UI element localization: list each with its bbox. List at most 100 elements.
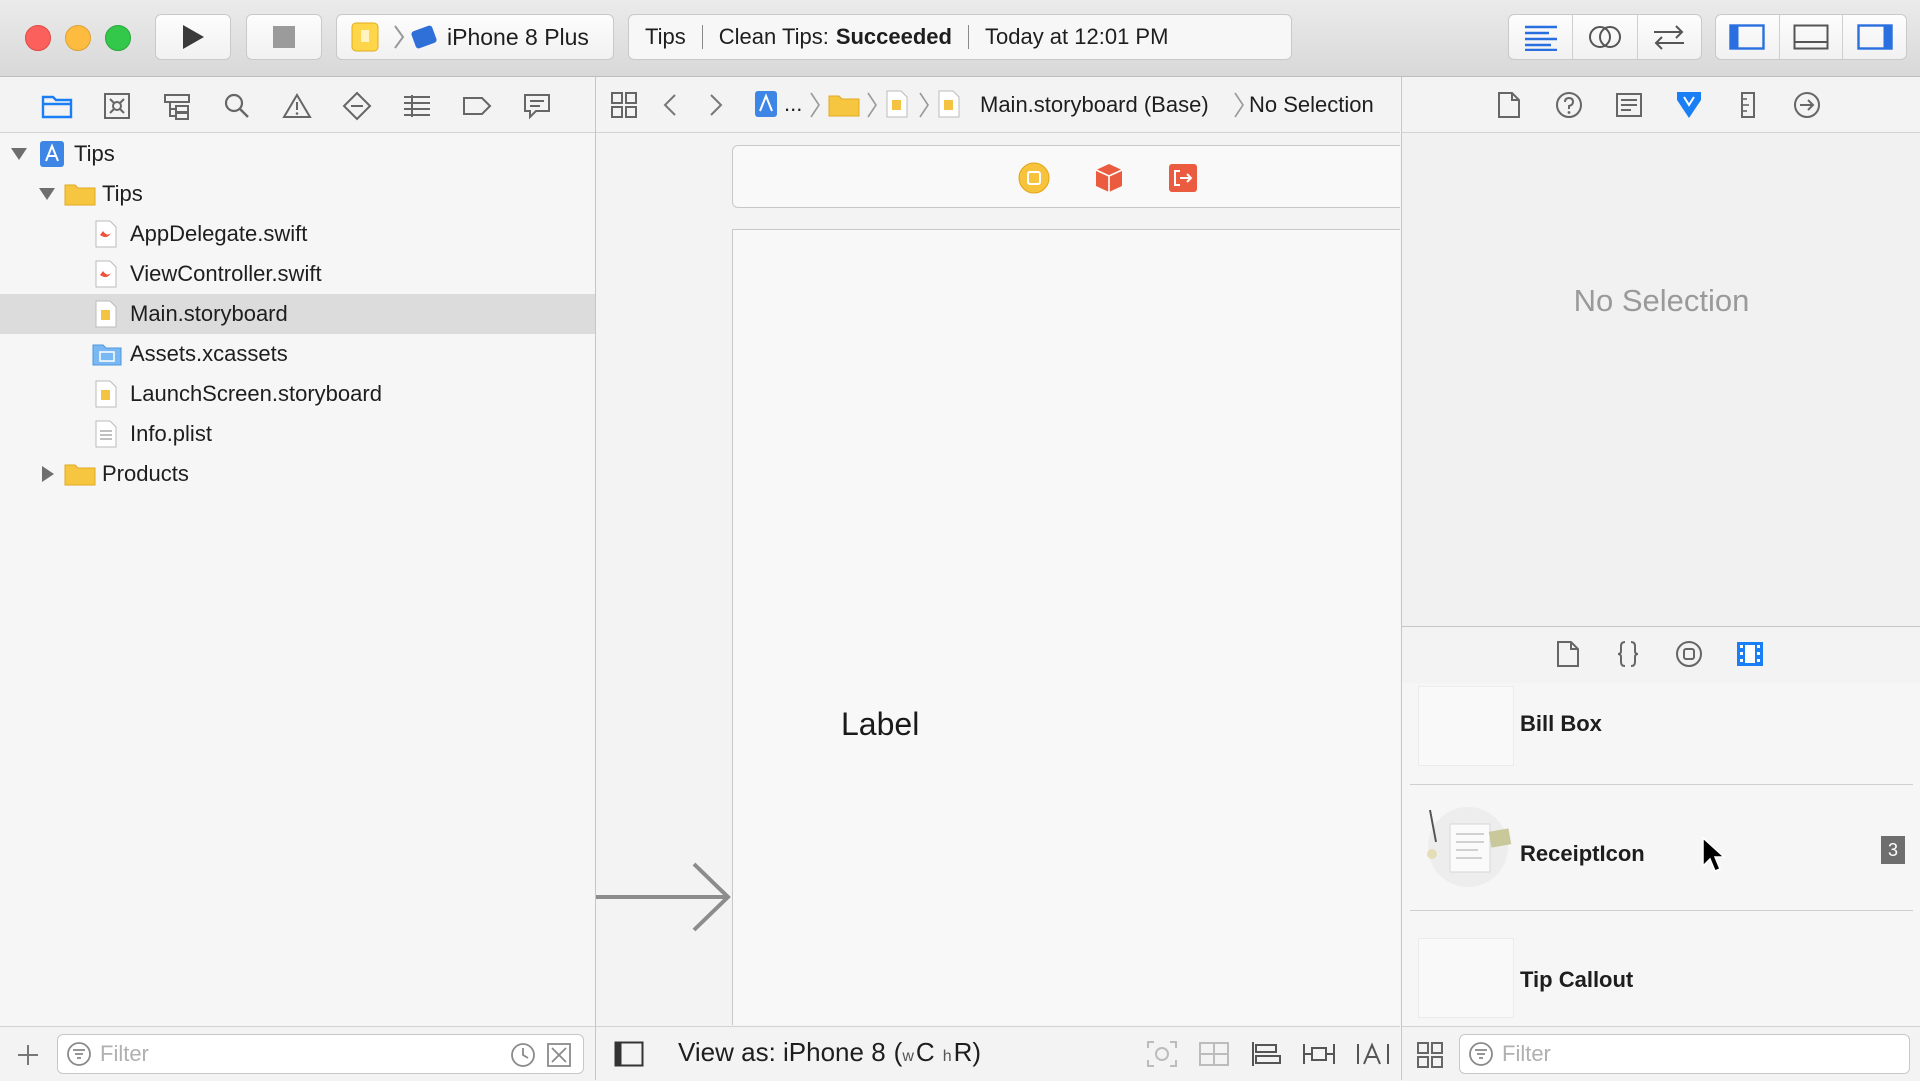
tree-row-file[interactable]: Assets.xcassets (0, 334, 595, 374)
disclosure-closed-icon[interactable] (40, 465, 56, 483)
disclosure-open-icon[interactable] (10, 146, 28, 162)
test-navigator-tab[interactable] (340, 89, 374, 123)
asset-catalog-icon (92, 344, 122, 366)
media-library-icon[interactable] (1735, 640, 1765, 668)
attributes-inspector-icon[interactable] (1675, 90, 1703, 120)
folder-icon (64, 184, 96, 206)
tree-row-file[interactable]: AppDelegate.swift (0, 214, 595, 254)
find-navigator-tab[interactable] (220, 89, 254, 123)
disclosure-open-icon[interactable] (38, 186, 56, 202)
minimize-window-button[interactable] (65, 25, 91, 51)
stop-button[interactable] (246, 14, 322, 60)
library-tabbar (1402, 626, 1920, 684)
tree-row-group-products[interactable]: Products (0, 454, 595, 494)
add-icon[interactable] (16, 1043, 40, 1067)
view-controller-scene[interactable]: Label (732, 229, 1400, 1025)
initial-view-controller-arrow[interactable] (596, 860, 734, 934)
storyboard-file-icon[interactable] (938, 90, 960, 118)
size-class-w: w (902, 1048, 914, 1065)
library-item-title: Bill Box (1520, 711, 1602, 736)
report-navigator-tab[interactable] (520, 89, 554, 123)
status-divider (701, 25, 703, 49)
toggle-utilities-button[interactable] (1843, 15, 1906, 59)
exit-icon[interactable] (1166, 161, 1200, 195)
breadcrumb-ellipsis[interactable]: ... (784, 91, 802, 117)
related-items-icon[interactable] (610, 91, 638, 119)
breakpoint-icon (463, 97, 492, 115)
boxed-x-icon[interactable] (546, 1042, 572, 1068)
forward-chevron-icon[interactable] (708, 93, 724, 117)
inspector-tabbar (1402, 77, 1920, 133)
source-control-tab[interactable] (100, 89, 134, 123)
back-chevron-icon[interactable] (662, 93, 678, 117)
project-breadcrumb-icon[interactable] (754, 90, 778, 118)
view-as-label: View as: iPhone 8 (678, 1037, 886, 1067)
diamond-icon (342, 91, 372, 121)
first-responder-icon[interactable] (1092, 161, 1126, 195)
filter-placeholder: Filter (100, 1041, 149, 1066)
object-library-icon[interactable] (1675, 640, 1703, 668)
swift-file-icon (95, 260, 117, 288)
zoom-window-button[interactable] (105, 25, 131, 51)
issue-navigator-tab[interactable] (280, 89, 314, 123)
storyboard-canvas[interactable]: Label (596, 133, 1400, 1025)
help-icon[interactable] (1555, 91, 1583, 119)
toggle-debug-area-button[interactable] (1780, 15, 1843, 59)
document-outline-toggle-icon[interactable] (614, 1041, 644, 1067)
activity-status: Tips Clean Tips: Succeeded Today at 12:0… (628, 14, 1292, 60)
view-as-device-button[interactable]: View as: iPhone 8 ( w C h R ) (678, 1037, 981, 1068)
grid-view-icon[interactable] (1416, 1041, 1444, 1069)
toggle-navigator-button[interactable] (1716, 15, 1779, 59)
file-inspector-icon[interactable] (1497, 91, 1521, 119)
breakpoint-navigator-tab[interactable] (460, 89, 494, 123)
embed-in-stack-icon[interactable] (1198, 1040, 1230, 1068)
tree-row-file[interactable]: ViewController.swift (0, 254, 595, 294)
scheme-selector[interactable]: iPhone 8 Plus (336, 14, 614, 60)
identity-inspector-icon[interactable] (1615, 92, 1643, 118)
play-icon (183, 25, 204, 49)
align-icon[interactable] (1250, 1040, 1282, 1068)
library-item[interactable]: ReceiptIcon 3 (1410, 784, 1913, 911)
tree-row-file[interactable]: Info.plist (0, 414, 595, 454)
version-editor-button[interactable] (1638, 15, 1701, 59)
update-frames-icon[interactable] (1146, 1040, 1178, 1068)
assistant-editor-button[interactable] (1573, 15, 1636, 59)
mouse-cursor-icon (1702, 836, 1726, 872)
swift-file-icon (95, 220, 117, 248)
folder-icon[interactable] (828, 93, 860, 117)
view-controller-icon[interactable] (1017, 161, 1051, 195)
close-window-button[interactable] (25, 25, 51, 51)
library-filter-field[interactable]: Filter (1459, 1034, 1910, 1074)
breadcrumb-selection[interactable]: No Selection (1249, 92, 1374, 118)
library-item[interactable]: Tip Callout (1410, 910, 1913, 1026)
navigator-filter-field[interactable]: Filter (57, 1034, 584, 1074)
standard-editor-button[interactable] (1509, 15, 1572, 59)
connections-inspector-icon[interactable] (1793, 91, 1821, 119)
align-lines-icon (1524, 25, 1557, 51)
tree-row-file-selected[interactable]: Main.storyboard (0, 294, 595, 334)
debug-navigator-tab[interactable] (400, 89, 434, 123)
editor-mode-control (1508, 14, 1702, 60)
tree-row-project[interactable]: Tips (0, 134, 595, 174)
gauge-lines-icon (404, 95, 430, 117)
size-inspector-icon[interactable] (1738, 91, 1758, 119)
breadcrumb-file[interactable]: Main.storyboard (Base) (980, 92, 1209, 118)
storyboard-file-icon[interactable] (886, 90, 908, 118)
resolve-layout-issues-icon[interactable] (1356, 1040, 1390, 1068)
tree-label: Assets.xcassets (130, 341, 288, 366)
add-constraints-icon[interactable] (1302, 1040, 1336, 1068)
library-item-thumbnail (1418, 686, 1514, 766)
symbol-navigator-tab[interactable] (160, 89, 194, 123)
library-item[interactable]: Bill Box (1410, 683, 1913, 785)
storyboard-label-element[interactable]: Label (841, 706, 919, 743)
clock-icon[interactable] (510, 1042, 536, 1068)
code-snippet-library-icon[interactable] (1616, 640, 1640, 668)
run-button[interactable] (155, 14, 231, 60)
breadcrumb-separator-icon (1234, 92, 1244, 118)
library-item-thumbnail (1418, 938, 1514, 1018)
tree-row-file[interactable]: LaunchScreen.storyboard (0, 374, 595, 414)
file-template-library-icon[interactable] (1556, 640, 1580, 668)
search-icon (224, 93, 249, 118)
project-navigator-tab[interactable] (40, 89, 74, 123)
tree-row-group-tips[interactable]: Tips (0, 174, 595, 214)
